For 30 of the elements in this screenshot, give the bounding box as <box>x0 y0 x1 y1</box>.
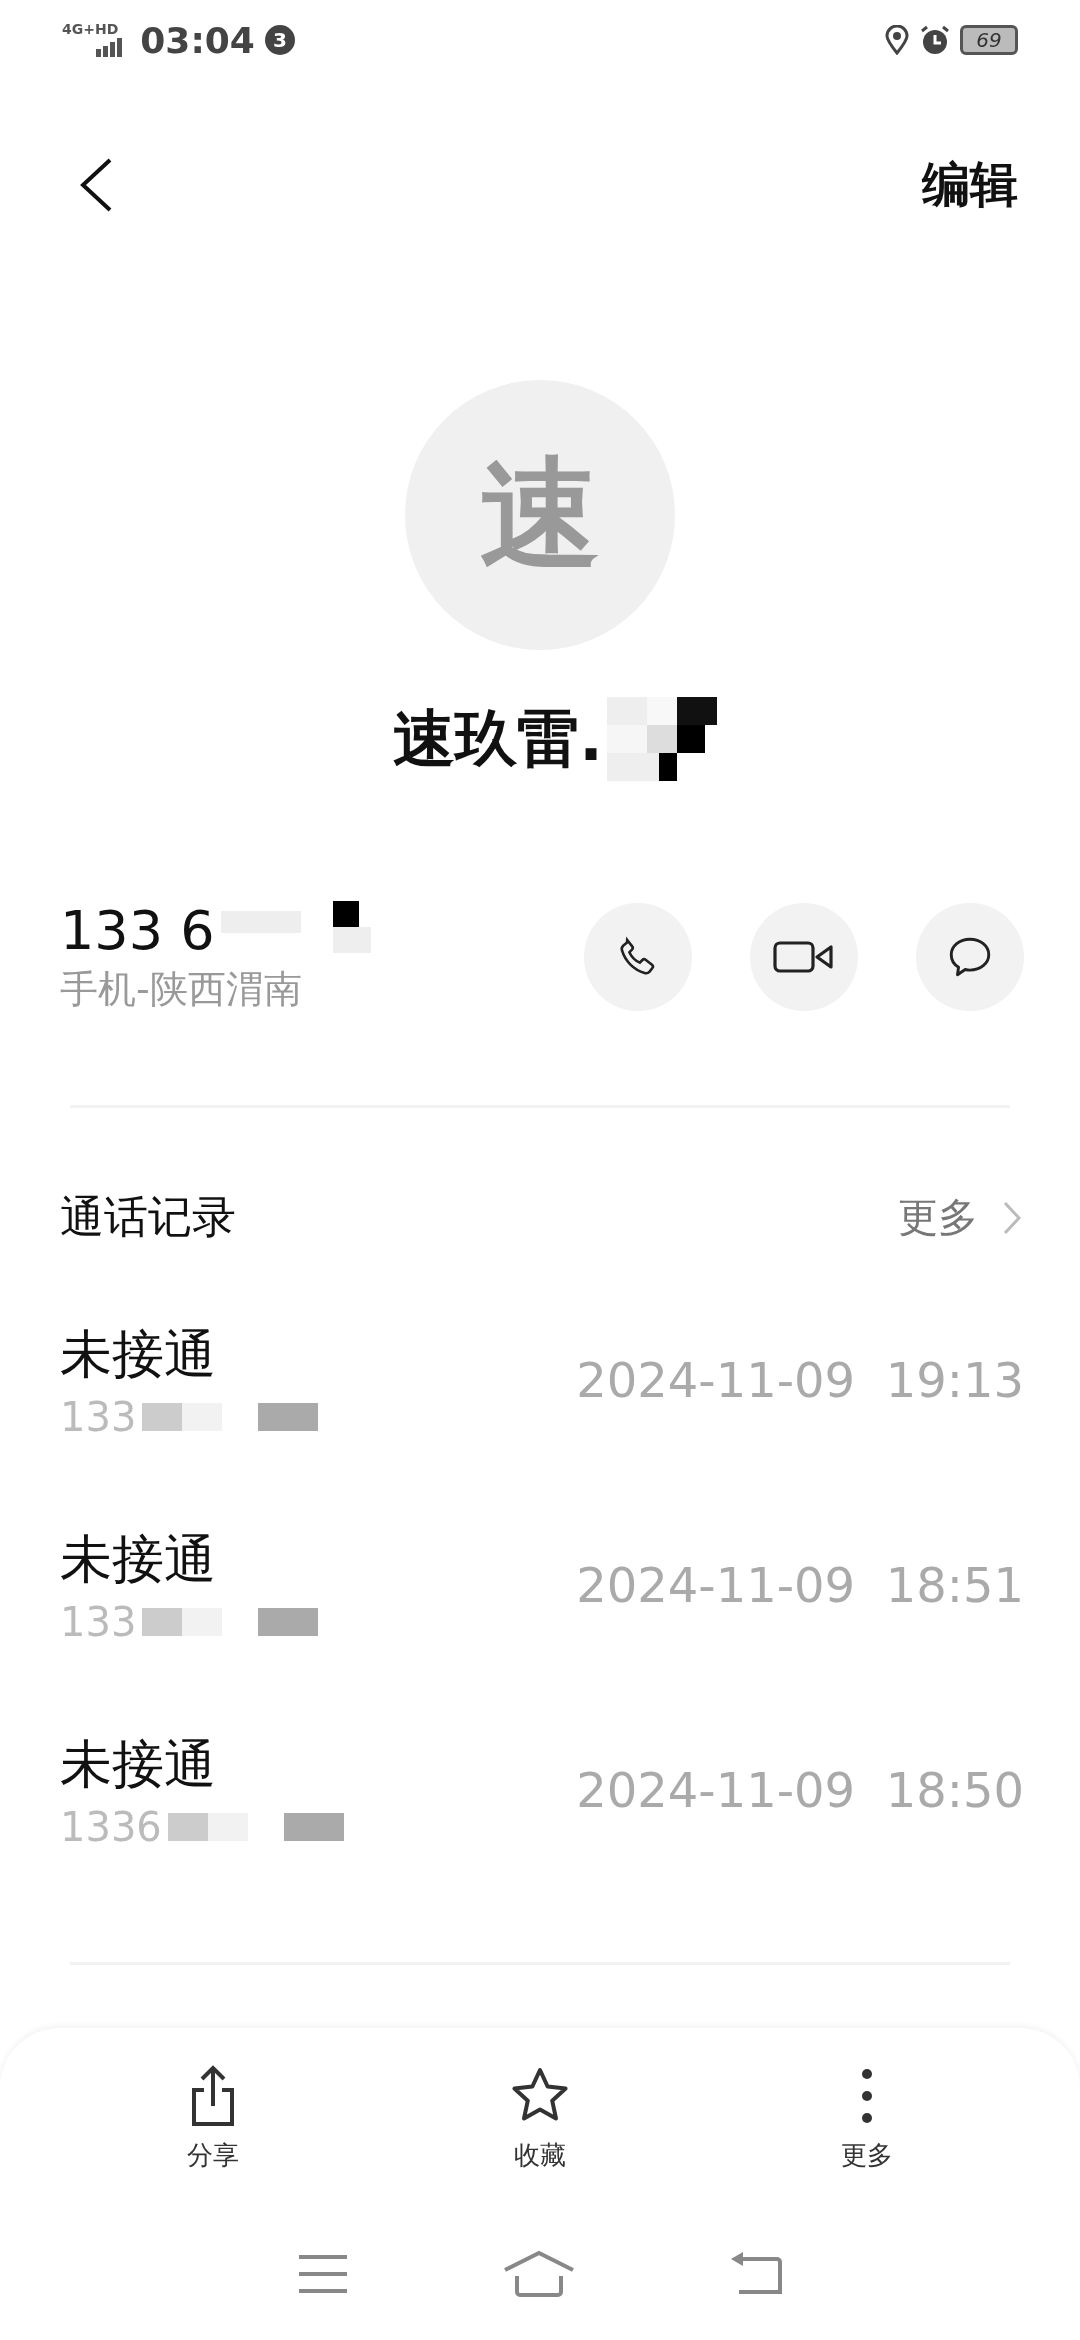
more-button[interactable]: 更多 <box>806 2064 927 2173</box>
notification-count: 3 <box>264 25 295 55</box>
more-link[interactable]: 更多 <box>898 1190 1022 1245</box>
share-button[interactable]: 分享 <box>153 2064 274 2173</box>
network-indicator: 4G+HD <box>62 21 119 37</box>
edit-button[interactable]: 编辑 <box>922 153 1018 217</box>
call-number: 133 <box>60 1393 137 1440</box>
call-time: 2024-11-09 18:51 <box>576 1556 1024 1613</box>
back-icon[interactable] <box>78 157 114 213</box>
call-status: 未接通 <box>60 1527 217 1591</box>
contact-name: 速玖雷. <box>393 701 603 777</box>
avatar: 速 <box>405 380 675 650</box>
favorite-button[interactable]: 收藏 <box>480 2064 600 2173</box>
battery-indicator: 69 <box>960 25 1018 55</box>
phone-number: 133 6 <box>60 899 215 962</box>
chevron-right-icon <box>1002 1199 1022 1236</box>
status-time: 03:04 <box>140 19 255 61</box>
phone-label: 手机-陕西渭南 <box>60 966 303 1013</box>
home-icon[interactable] <box>503 2250 575 2298</box>
call-number: 1336 <box>60 1803 162 1850</box>
alarm-icon <box>920 25 950 55</box>
call-number: 133 <box>60 1598 137 1645</box>
location-icon <box>884 25 910 55</box>
menu-icon[interactable] <box>297 2254 349 2294</box>
section-title: 通话记录 <box>60 1190 236 1244</box>
call-time: 2024-11-09 19:13 <box>576 1351 1024 1408</box>
signal-icon <box>94 37 125 57</box>
call-time: 2024-11-09 18:50 <box>576 1761 1024 1818</box>
call-status: 未接通 <box>60 1322 217 1386</box>
call-status: 未接通 <box>60 1732 217 1796</box>
